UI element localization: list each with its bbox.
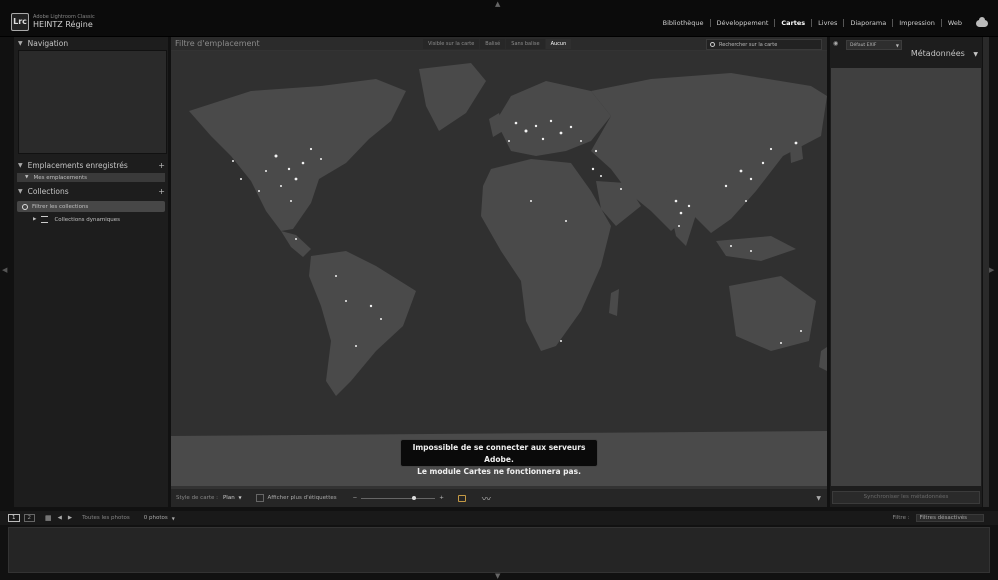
collapse-right-arrow-icon[interactable]: ▶ xyxy=(989,266,994,274)
module-diaporama[interactable]: Diaporama xyxy=(843,19,892,27)
collapse-bottom-arrow-icon[interactable]: ▼ xyxy=(495,572,500,580)
module-web[interactable]: Web xyxy=(940,19,968,27)
screen1-button[interactable]: 1 xyxy=(8,514,20,522)
smart-collection-icon xyxy=(41,216,49,223)
smart-collections-item[interactable]: ▶ Collections dynamiques xyxy=(17,215,165,224)
module-developpement[interactable]: Développement xyxy=(709,19,775,27)
world-map-night-svg xyxy=(171,51,827,486)
map-search-placeholder: Rechercher sur la carte xyxy=(719,41,778,48)
sync-metadata-button[interactable]: Synchroniser les métadonnées xyxy=(832,491,980,504)
filter-collections-input[interactable]: Filtrer les collections xyxy=(17,201,165,212)
next-arrow-icon[interactable]: ▶ xyxy=(68,515,72,521)
filter-tagged[interactable]: Balisé xyxy=(480,39,506,49)
map-search-input[interactable]: Rechercher sur la carte xyxy=(706,39,822,50)
lightroom-logo: Lrc xyxy=(11,13,29,31)
navigation-title: Navigation xyxy=(27,38,69,48)
module-impression[interactable]: Impression xyxy=(892,19,941,27)
my-locations-folder[interactable]: ▼ Mes emplacements xyxy=(17,173,165,182)
saved-locations-header[interactable]: ▼ Emplacements enregistrés + xyxy=(14,159,168,171)
collapse-triangle-icon: ▼ xyxy=(18,161,23,169)
zoom-out-button[interactable]: − xyxy=(353,495,358,501)
navigator-preview[interactable] xyxy=(18,50,167,154)
zoom-slider-thumb[interactable] xyxy=(411,495,416,500)
search-icon xyxy=(22,203,28,210)
show-labels-label: Afficher plus d'étiquettes xyxy=(267,495,337,501)
tracklog-icon[interactable]: 〰 xyxy=(482,492,491,505)
location-filter-bar: Filtre d'emplacement Visible sur la cart… xyxy=(171,37,827,50)
my-locations-label: Mes emplacements xyxy=(33,174,87,181)
filmstrip-source[interactable]: Toutes les photos xyxy=(82,515,130,521)
module-cartes[interactable]: Cartes xyxy=(774,19,811,27)
map-style-select[interactable]: Plan ▼ xyxy=(223,495,242,501)
filmstrip-filter-select[interactable]: Filtres désactivés xyxy=(915,514,984,522)
right-panel: ◉ Défaut EXIF ▼ Métadonnées ▼ Synchronis… xyxy=(830,37,982,507)
filmstrip-toolbar: 1 2 ▦ ◀ ▶ Toutes les photos 0 photos ▼ F… xyxy=(0,511,998,525)
eye-icon[interactable]: ◉ xyxy=(833,40,838,47)
collapse-triangle-icon: ▼ xyxy=(18,187,23,195)
screen2-button[interactable]: 2 xyxy=(23,514,35,522)
map-view: Filtre d'emplacement Visible sur la cart… xyxy=(171,37,827,507)
map-error-message: Impossible de se connecter aux serveurs … xyxy=(400,439,598,476)
location-filter-buttons: Visible sur la carte Balisé Sans balise … xyxy=(423,39,572,49)
filter-collections-label: Filtrer les collections xyxy=(32,203,89,210)
filmstrip[interactable] xyxy=(8,527,990,573)
chevron-down-icon: ▼ xyxy=(238,495,242,500)
left-panel: ▼ Navigation ▼ Emplacements enregistrés … xyxy=(14,37,168,507)
smart-collections-label: Collections dynamiques xyxy=(54,216,121,223)
module-bibliotheque[interactable]: Bibliothèque xyxy=(657,19,710,27)
cloud-sync-icon[interactable] xyxy=(976,16,988,27)
error-line-1: Impossible de se connecter aux serveurs … xyxy=(412,443,586,464)
metadata-header[interactable]: Métadonnées ▼ xyxy=(911,49,978,58)
world-map[interactable] xyxy=(171,51,827,486)
collapse-triangle-icon: ▼ xyxy=(25,175,29,180)
saved-locations-title: Emplacements enregistrés xyxy=(27,160,128,170)
collapse-triangle-icon: ▼ xyxy=(973,51,978,58)
location-filter-label: Filtre d'emplacement xyxy=(175,39,260,48)
module-livres[interactable]: Livres xyxy=(811,19,843,27)
map-style-value: Plan xyxy=(222,495,235,501)
metadata-preset-value: Défaut EXIF xyxy=(850,42,877,48)
photo-count: 0 photos xyxy=(143,515,168,521)
collections-title: Collections xyxy=(27,186,69,196)
collapse-left-arrow-icon[interactable]: ◀ xyxy=(2,266,7,274)
module-picker: Bibliothèque Développement Cartes Livres… xyxy=(657,16,988,27)
metadata-preset-select[interactable]: Défaut EXIF ▼ xyxy=(846,40,902,50)
navigation-header[interactable]: ▼ Navigation xyxy=(14,37,168,49)
chevron-down-icon: ▼ xyxy=(895,42,899,48)
filter-visible-on-map[interactable]: Visible sur la carte xyxy=(423,39,480,49)
show-labels-checkbox[interactable] xyxy=(255,494,264,502)
zoom-slider[interactable] xyxy=(361,495,436,500)
toolbar-menu-chevron-icon[interactable]: ▼ xyxy=(816,495,821,502)
lock-icon[interactable] xyxy=(457,494,466,502)
filter-untagged[interactable]: Sans balise xyxy=(506,39,545,49)
add-location-icon[interactable]: + xyxy=(158,161,165,170)
zoom-in-button[interactable]: + xyxy=(439,495,444,501)
metadata-title: Métadonnées xyxy=(910,49,965,58)
previous-arrow-icon[interactable]: ◀ xyxy=(58,515,62,521)
collapse-top-arrow-icon[interactable]: ▲ xyxy=(495,0,500,8)
map-style-label: Style de carte : xyxy=(176,495,218,501)
right-panel-scrollbar[interactable] xyxy=(983,37,989,507)
metadata-panel-body xyxy=(831,68,981,486)
filter-none[interactable]: Aucun xyxy=(545,39,572,49)
search-icon xyxy=(710,42,715,47)
chevron-down-icon[interactable]: ▼ xyxy=(172,516,175,521)
grid-view-icon[interactable]: ▦ xyxy=(45,514,52,522)
error-line-2: Le module Cartes ne fonctionnera pas. xyxy=(417,467,581,476)
add-collection-icon[interactable]: + xyxy=(158,187,165,196)
collections-header[interactable]: ▼ Collections + xyxy=(14,185,168,197)
filmstrip-filter-label: Filtre : xyxy=(892,515,910,521)
collapse-triangle-icon: ▼ xyxy=(18,39,23,47)
top-bar: ▲ Lrc Adobe Lightroom Classic HEINTZ Rég… xyxy=(0,0,998,37)
expand-triangle-icon: ▶ xyxy=(33,217,37,222)
map-toolbar: Style de carte : Plan ▼ Afficher plus d'… xyxy=(171,489,827,507)
user-name: HEINTZ Régine xyxy=(33,20,93,29)
